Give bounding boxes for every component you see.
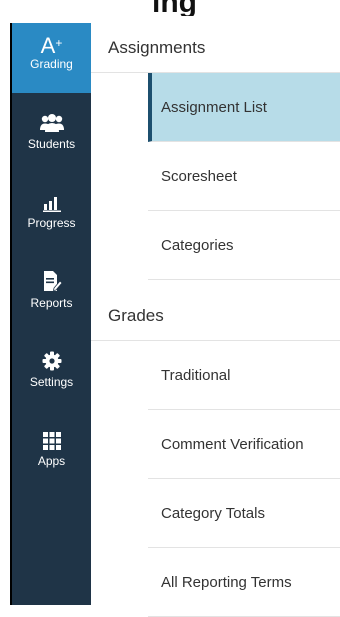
rail-item-label: Students — [27, 137, 76, 151]
rail-item-label: Settings — [29, 375, 74, 389]
gear-icon — [42, 345, 62, 371]
menu-item-scoresheet[interactable]: Scoresheet — [148, 142, 340, 211]
rail-item-label: Progress — [27, 216, 76, 230]
report-edit-icon — [42, 266, 62, 292]
rail-item-apps[interactable]: Apps — [12, 424, 91, 494]
progress-chart-icon — [42, 186, 61, 212]
section-header-assignments: Assignments — [91, 23, 340, 73]
menu-item-categories[interactable]: Categories — [148, 211, 340, 280]
app-rail: A+ Grading Students Progress Reports Set… — [10, 23, 91, 605]
students-icon — [39, 107, 65, 133]
menu-item-assignment-list[interactable]: Assignment List — [148, 73, 340, 142]
rail-item-grading[interactable]: A+ Grading — [12, 23, 91, 93]
apps-grid-icon — [42, 424, 61, 450]
rail-item-students[interactable]: Students — [12, 107, 91, 177]
rail-item-progress[interactable]: Progress — [12, 186, 91, 256]
page-title: ing — [152, 0, 340, 16]
rail-item-settings[interactable]: Settings — [12, 345, 91, 415]
menu-item-comment-verification[interactable]: Comment Verification — [148, 410, 340, 479]
section-header-grades: Grades — [91, 291, 340, 341]
a-plus-icon: A+ — [40, 33, 63, 58]
grading-menu: Assignments Assignment List Scoresheet C… — [91, 23, 340, 617]
rail-item-label: Grading — [30, 57, 73, 71]
rail-item-label: Apps — [37, 454, 66, 468]
menu-item-category-totals[interactable]: Category Totals — [148, 479, 340, 548]
menu-item-traditional[interactable]: Traditional — [148, 341, 340, 410]
menu-item-all-reporting-terms[interactable]: All Reporting Terms — [148, 548, 340, 617]
rail-item-label: Reports — [30, 296, 73, 310]
rail-item-reports[interactable]: Reports — [12, 266, 91, 336]
